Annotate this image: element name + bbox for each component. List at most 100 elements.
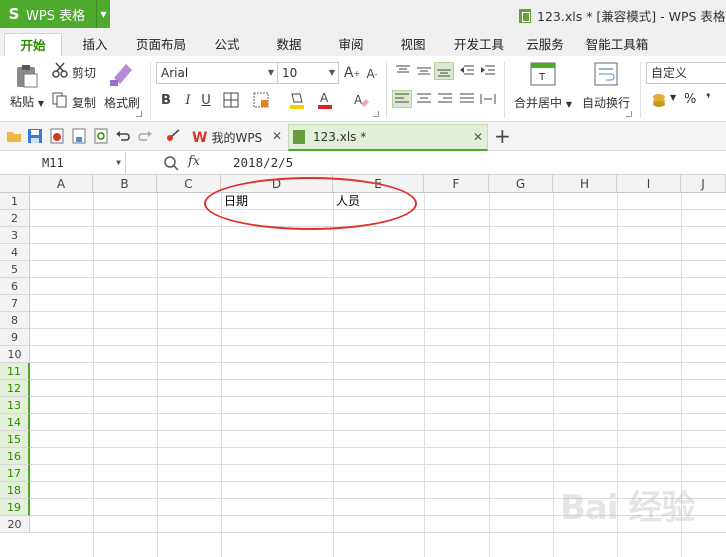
- justify-icon[interactable]: [458, 92, 476, 106]
- row-header[interactable]: 14: [0, 414, 30, 431]
- currency-format-icon[interactable]: [650, 92, 668, 108]
- fx-icon[interactable]: fx: [188, 154, 200, 169]
- font-size-select[interactable]: 10 ▼: [277, 62, 339, 84]
- save-icon[interactable]: [27, 128, 43, 144]
- column-header[interactable]: A: [30, 175, 93, 193]
- underline-icon[interactable]: U: [198, 92, 214, 108]
- align-middle-icon[interactable]: [415, 64, 433, 78]
- comma-style-button[interactable]: ❜: [706, 92, 711, 107]
- fill-color-icon[interactable]: [288, 90, 306, 110]
- tab-smart-tools[interactable]: 智能工具箱: [584, 33, 650, 56]
- row-header[interactable]: 16: [0, 448, 30, 465]
- row-header[interactable]: 4: [0, 244, 30, 261]
- row-header[interactable]: 9: [0, 329, 30, 346]
- column-header[interactable]: C: [157, 175, 221, 193]
- distributed-align-icon[interactable]: [479, 92, 497, 106]
- align-center-icon[interactable]: [415, 92, 433, 106]
- row-header[interactable]: 13: [0, 397, 30, 414]
- cut-button[interactable]: 剪切: [72, 64, 96, 81]
- tab-home[interactable]: 开始: [4, 33, 62, 56]
- merge-center-icon[interactable]: T: [530, 62, 556, 86]
- font-color-icon[interactable]: A: [316, 90, 334, 110]
- column-header[interactable]: J: [681, 175, 726, 193]
- bold-icon[interactable]: B: [158, 92, 174, 108]
- border-icon[interactable]: [222, 92, 240, 108]
- tab-insert[interactable]: 插入: [72, 33, 118, 56]
- increase-indent-icon[interactable]: [479, 64, 497, 78]
- clipboard-dialog-launcher-icon[interactable]: [136, 111, 142, 117]
- open-folder-icon[interactable]: [6, 128, 22, 144]
- tab-data[interactable]: 数据: [268, 33, 310, 56]
- new-tab-plus-icon[interactable]: +: [494, 124, 511, 148]
- title-bar: S WPS 表格 ▼ 123.xls * [兼容模式] - WPS 表格: [0, 0, 726, 28]
- row-header[interactable]: 7: [0, 295, 30, 312]
- format-painter-button[interactable]: 格式刷: [104, 94, 140, 111]
- select-all-corner[interactable]: [0, 175, 30, 193]
- currency-caret-icon[interactable]: ▼: [670, 93, 676, 102]
- print-preview-icon[interactable]: [93, 128, 109, 144]
- align-left-icon[interactable]: [392, 90, 412, 108]
- redo-icon[interactable]: [137, 128, 153, 144]
- row-header[interactable]: 2: [0, 210, 30, 227]
- copy-button[interactable]: 复制: [72, 94, 96, 111]
- zoom-lookup-icon[interactable]: [162, 154, 180, 172]
- clear-format-icon[interactable]: A: [352, 92, 370, 108]
- column-header[interactable]: B: [93, 175, 157, 193]
- row-header[interactable]: 18: [0, 482, 30, 499]
- format-painter-icon[interactable]: [108, 60, 134, 88]
- increase-font-icon[interactable]: A +: [344, 64, 360, 82]
- percent-button[interactable]: %: [684, 92, 696, 107]
- wrap-text-button[interactable]: 自动换行: [582, 94, 630, 111]
- wrap-text-icon[interactable]: [594, 62, 618, 86]
- customize-toolbar-icon[interactable]: [165, 128, 181, 144]
- column-header[interactable]: H: [553, 175, 617, 193]
- undo-icon[interactable]: [115, 128, 131, 144]
- row-header[interactable]: 20: [0, 516, 30, 533]
- row-header[interactable]: 11: [0, 363, 30, 380]
- row-header[interactable]: 19: [0, 499, 30, 516]
- tab-review[interactable]: 审阅: [330, 33, 372, 56]
- row-header[interactable]: 15: [0, 431, 30, 448]
- tab-view[interactable]: 视图: [392, 33, 434, 56]
- decrease-font-icon[interactable]: A-: [364, 66, 380, 82]
- row-header[interactable]: 5: [0, 261, 30, 278]
- column-header[interactable]: I: [617, 175, 681, 193]
- italic-icon[interactable]: I: [180, 92, 196, 108]
- name-box[interactable]: M11 ▼: [0, 152, 126, 174]
- merge-center-button[interactable]: 合并居中 ▼: [514, 94, 572, 111]
- cell-style-icon[interactable]: [252, 92, 270, 108]
- font-name-select[interactable]: Arial ▼: [156, 62, 278, 84]
- tab-formula[interactable]: 公式: [206, 33, 248, 56]
- formula-input[interactable]: 2018/2/5: [233, 155, 293, 170]
- scissors-icon: [52, 62, 68, 78]
- export-pdf-icon[interactable]: [49, 128, 65, 144]
- app-menu-button[interactable]: S WPS 表格 ▼: [0, 0, 110, 28]
- tab-cloud[interactable]: 云服务: [522, 33, 568, 56]
- row-header[interactable]: 3: [0, 227, 30, 244]
- paste-button[interactable]: 粘贴 ▼: [10, 93, 44, 110]
- decrease-indent-icon[interactable]: [458, 64, 476, 78]
- column-header[interactable]: F: [424, 175, 489, 193]
- column-header[interactable]: G: [489, 175, 553, 193]
- paste-icon[interactable]: [12, 62, 40, 90]
- align-bottom-icon[interactable]: [434, 62, 454, 80]
- close-icon[interactable]: ✕: [272, 129, 282, 143]
- close-icon[interactable]: ✕: [473, 130, 483, 144]
- font-dialog-launcher-icon[interactable]: [373, 111, 379, 117]
- alignment-dialog-launcher-icon[interactable]: [626, 111, 632, 117]
- tab-page-layout[interactable]: 页面布局: [132, 33, 190, 56]
- print-icon[interactable]: [71, 128, 87, 144]
- row-header[interactable]: 6: [0, 278, 30, 295]
- align-right-icon[interactable]: [436, 92, 454, 106]
- row-header[interactable]: 10: [0, 346, 30, 363]
- row-header[interactable]: 12: [0, 380, 30, 397]
- number-format-select[interactable]: 自定义: [646, 62, 726, 84]
- row-header[interactable]: 1: [0, 193, 30, 210]
- row-header[interactable]: 8: [0, 312, 30, 329]
- tab-developer[interactable]: 开发工具: [450, 33, 508, 56]
- row-header[interactable]: 17: [0, 465, 30, 482]
- app-menu-caret-icon[interactable]: ▼: [96, 0, 110, 28]
- doc-tab-123-xls[interactable]: 123.xls * ✕: [288, 124, 488, 151]
- align-top-icon[interactable]: [394, 64, 412, 78]
- doc-tab-my-wps[interactable]: W 我的WPS ✕: [186, 124, 288, 151]
